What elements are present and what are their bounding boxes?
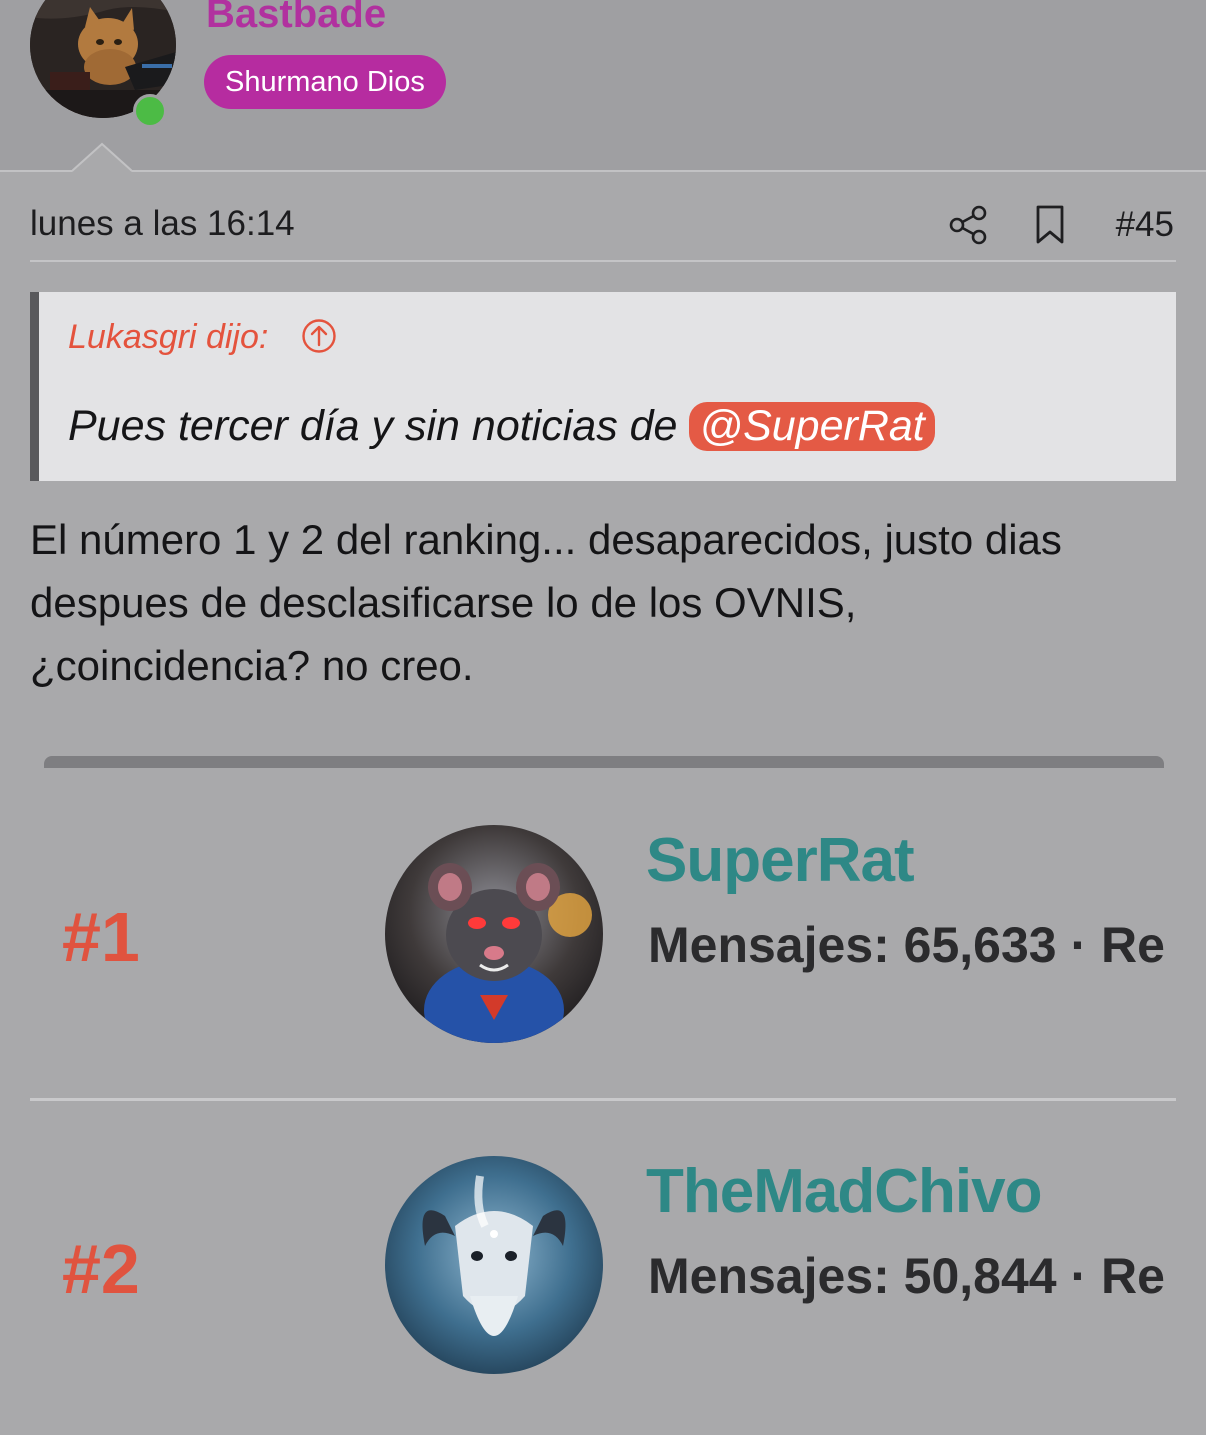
quote-author-link[interactable]: Lukasgri dijo: <box>68 318 268 357</box>
ranking-row: #2 TheMadChivo Mensajes: 50,844 · Re <box>30 1098 1176 1429</box>
author-rank-badge: Shurmano Dios <box>204 55 446 109</box>
ranking-row: #1 SuperRat Mensajes: 65,633 · Re <box>30 770 1176 1098</box>
rank-stats: Mensajes: 50,844 · Re <box>648 1248 1165 1304</box>
message-pointer-arrow <box>72 142 132 172</box>
post-meta-bar: lunes a las 16:14 #45 <box>30 196 1176 262</box>
ranking-top-bar <box>44 756 1164 768</box>
goat-avatar-image <box>385 1156 603 1374</box>
rank-username: TheMadChivo <box>646 1157 1042 1226</box>
post-author-header: Bastbade Shurmano Dios <box>0 0 1206 172</box>
online-status-dot <box>133 94 167 128</box>
quote-text: Pues tercer día y sin noticias de @Super… <box>68 402 935 451</box>
user-mention-link[interactable]: @SuperRat <box>689 402 935 451</box>
rank-username: SuperRat <box>646 826 915 895</box>
bookmark-icon[interactable] <box>1032 204 1068 246</box>
post-body-line: El número 1 y 2 del ranking... desaparec… <box>30 516 1062 563</box>
rank-stats: Mensajes: 65,633 · Re <box>648 917 1165 973</box>
share-icon[interactable] <box>948 204 990 246</box>
author-username[interactable]: Bastbade <box>206 0 386 34</box>
rat-superhero-avatar-image <box>385 825 603 1043</box>
post-body-line: ¿coincidencia? no creo. <box>30 642 474 689</box>
rank-number: #1 <box>62 898 140 976</box>
post-body: El número 1 y 2 del ranking... desaparec… <box>30 508 1180 697</box>
post-date[interactable]: lunes a las 16:14 <box>30 204 295 244</box>
superrat-avatar <box>385 825 603 1043</box>
quote-text-content: Pues tercer día y sin noticias de <box>68 402 690 450</box>
ranking-screenshot-image[interactable]: #1 SuperRat Mensajes: 65,633 · Re #2 The… <box>30 756 1176 1435</box>
post-number-link[interactable]: #45 <box>1116 205 1174 245</box>
themadchivo-avatar <box>385 1156 603 1374</box>
quote-block: Lukasgri dijo: Pues tercer día y sin not… <box>30 292 1176 481</box>
arrow-up-circle-icon[interactable] <box>301 318 337 354</box>
rank-number: #2 <box>62 1230 140 1308</box>
post-body-line: despues de desclasificarse lo de los OVN… <box>30 579 857 626</box>
